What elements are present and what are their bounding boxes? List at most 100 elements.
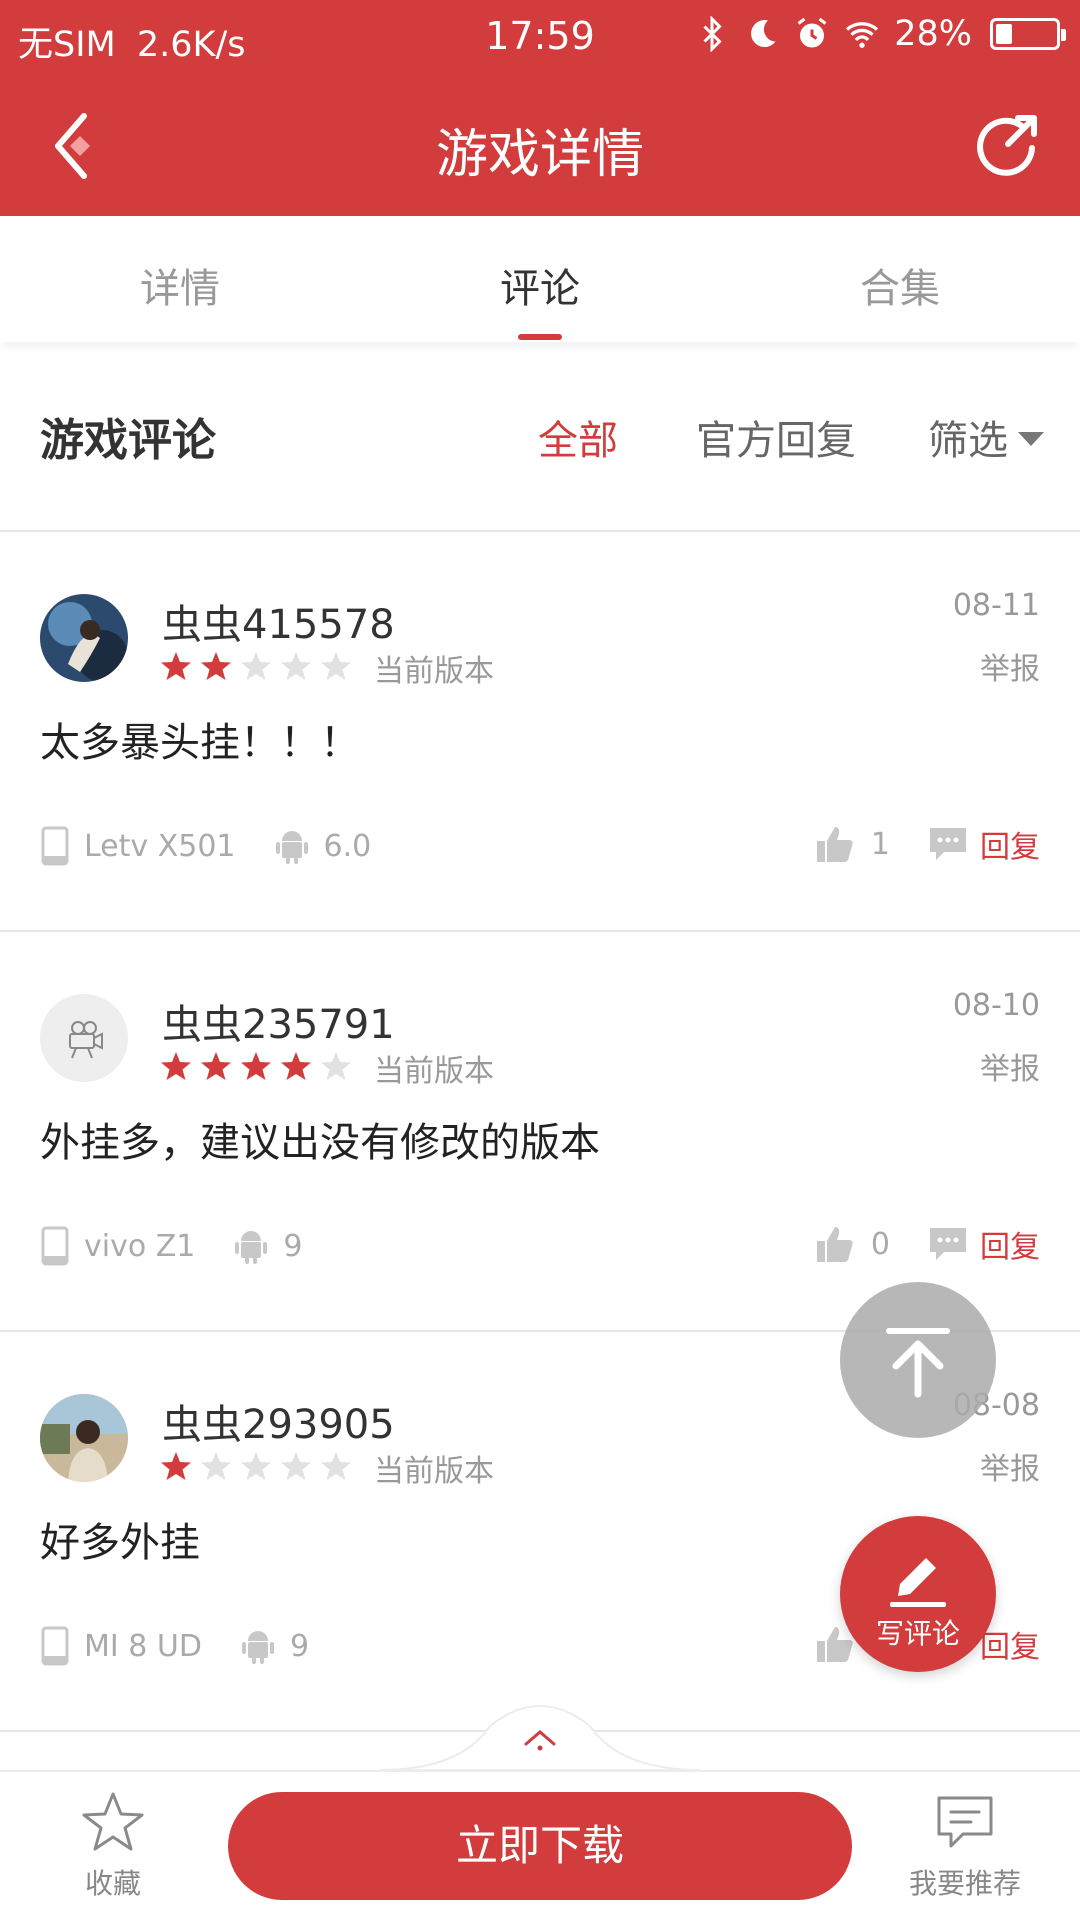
- caret-down-icon: [1018, 432, 1044, 446]
- reply-button[interactable]: 回复: [980, 822, 1040, 866]
- comment-actions: 1 回复: [815, 822, 1040, 866]
- android-version: 9: [283, 1228, 303, 1264]
- active-tab-indicator: [518, 334, 562, 340]
- moon-icon: [751, 20, 776, 48]
- star-empty-icon: [321, 652, 351, 680]
- favorite-button[interactable]: 收藏: [38, 1790, 188, 1902]
- battery-percent: 28%: [894, 14, 972, 54]
- star-rating: [160, 650, 352, 682]
- device-info: vivo Z1 9: [40, 1224, 302, 1268]
- section-title: 游戏评论: [40, 415, 216, 466]
- star-empty-icon: [241, 1452, 271, 1480]
- android-version: 9: [289, 1628, 310, 1664]
- battery-icon: [990, 18, 1066, 50]
- star-filled-icon: [201, 1052, 231, 1080]
- comment-content: 太多暴头挂！！！: [40, 720, 360, 766]
- phone-icon: [41, 1626, 69, 1666]
- comment-actions: 0 回复: [815, 1222, 1040, 1266]
- comment-filter-bar: 游戏评论 全部 官方回复 筛选: [0, 342, 1080, 532]
- star-empty-icon: [321, 1052, 351, 1080]
- chevron-up-icon: [524, 1730, 556, 1751]
- avatar-image: [40, 1394, 128, 1482]
- filter-dropdown-label: 筛选: [928, 418, 1008, 464]
- battery-level-fill: [996, 24, 1012, 44]
- write-comment-label: 写评论: [875, 1617, 960, 1650]
- tab-bar: 详情 评论 合集: [0, 216, 1080, 342]
- avatar-placeholder-camera: [40, 994, 128, 1082]
- star-empty-icon: [241, 652, 271, 680]
- comment-bubble-icon[interactable]: [928, 826, 968, 862]
- comment-item: 虫虫415578 当前版本 08-11 举报 太多暴头挂！！！ Letv X50…: [0, 532, 1080, 932]
- status-bar: 无SIM 2.6K/s 17:59 28%: [0, 0, 1080, 76]
- comment-item: 虫虫235791 当前版本 08-10 举报 外挂多，建议出没有修改的版本 vi…: [0, 932, 1080, 1332]
- star-filled-icon: [161, 1452, 191, 1480]
- phone-icon: [41, 1226, 69, 1266]
- android-icon: [275, 831, 308, 864]
- tab-collection[interactable]: 合集: [800, 256, 1000, 314]
- star-filled-icon: [161, 652, 191, 680]
- comment-date: 08-10: [952, 988, 1040, 1023]
- device-model: vivo Z1: [84, 1228, 196, 1264]
- star-filled-icon: [241, 1052, 271, 1080]
- status-right: 28%: [694, 14, 1066, 54]
- star-filled-icon: [281, 1052, 311, 1080]
- share-icon[interactable]: [972, 108, 1044, 180]
- device-model: Letv X501: [84, 828, 236, 864]
- username[interactable]: 虫虫235791: [162, 992, 395, 1050]
- star-filled-icon: [201, 652, 231, 680]
- filter-dropdown[interactable]: 筛选: [928, 408, 1044, 466]
- chat-bubble-icon: [937, 1796, 993, 1848]
- star-empty-icon: [201, 1452, 231, 1480]
- avatar[interactable]: [40, 1394, 128, 1482]
- app-header: 无SIM 2.6K/s 17:59 28% 游戏详情: [0, 0, 1080, 216]
- scroll-to-top-button[interactable]: [840, 1282, 996, 1438]
- avatar[interactable]: [40, 994, 128, 1082]
- favorite-label: 收藏: [84, 1867, 141, 1900]
- tab-comments[interactable]: 评论: [440, 256, 640, 314]
- version-tag: 当前版本: [374, 654, 494, 689]
- download-button[interactable]: 立即下载: [228, 1792, 852, 1900]
- recommend-label: 我要推荐: [908, 1867, 1021, 1900]
- star-outline-icon: [82, 1792, 144, 1851]
- nav-bar: 游戏详情: [0, 76, 1080, 216]
- device-info: Letv X501 6.0: [40, 824, 371, 868]
- recommend-button[interactable]: 我要推荐: [890, 1790, 1040, 1902]
- comment-content: 外挂多，建议出没有修改的版本: [40, 1120, 600, 1166]
- bluetooth-icon: [703, 16, 722, 52]
- report-button[interactable]: 举报: [980, 1444, 1040, 1488]
- username[interactable]: 虫虫415578: [162, 592, 395, 650]
- pencil-icon: [890, 1558, 946, 1607]
- like-count: 1: [870, 826, 890, 862]
- reply-button[interactable]: 回复: [980, 1222, 1040, 1266]
- android-icon: [235, 1231, 268, 1264]
- arrow-up-icon: [886, 1328, 950, 1398]
- avatar-image: [40, 594, 128, 682]
- filter-official-reply[interactable]: 官方回复: [696, 408, 856, 466]
- device-model: MI 8 UD: [84, 1628, 202, 1664]
- comment-content: 好多外挂: [40, 1520, 200, 1566]
- star-rating: [160, 1050, 352, 1082]
- phone-icon: [41, 826, 69, 866]
- avatar[interactable]: [40, 594, 128, 682]
- thumbs-up-icon[interactable]: [815, 1224, 855, 1264]
- star-empty-icon: [281, 1452, 311, 1480]
- star-empty-icon: [281, 652, 311, 680]
- report-button[interactable]: 举报: [980, 1044, 1040, 1088]
- wifi-icon: [846, 22, 879, 48]
- star-empty-icon: [321, 1452, 351, 1480]
- username[interactable]: 虫虫293905: [162, 1392, 395, 1450]
- report-button[interactable]: 举报: [980, 644, 1040, 688]
- comment-date: 08-11: [952, 588, 1040, 623]
- version-tag: 当前版本: [374, 1454, 494, 1489]
- android-version: 6.0: [323, 828, 372, 864]
- star-rating: [160, 1450, 352, 1482]
- device-info: MI 8 UD 9: [40, 1624, 309, 1668]
- tab-details[interactable]: 详情: [80, 256, 280, 314]
- write-comment-button[interactable]: 写评论: [840, 1516, 996, 1672]
- page-title: 游戏详情: [435, 125, 644, 185]
- like-count: 0: [870, 1226, 890, 1262]
- comment-bubble-icon[interactable]: [928, 1226, 968, 1262]
- filter-all[interactable]: 全部: [538, 408, 618, 466]
- alarm-icon: [797, 17, 827, 48]
- thumbs-up-icon[interactable]: [815, 824, 855, 864]
